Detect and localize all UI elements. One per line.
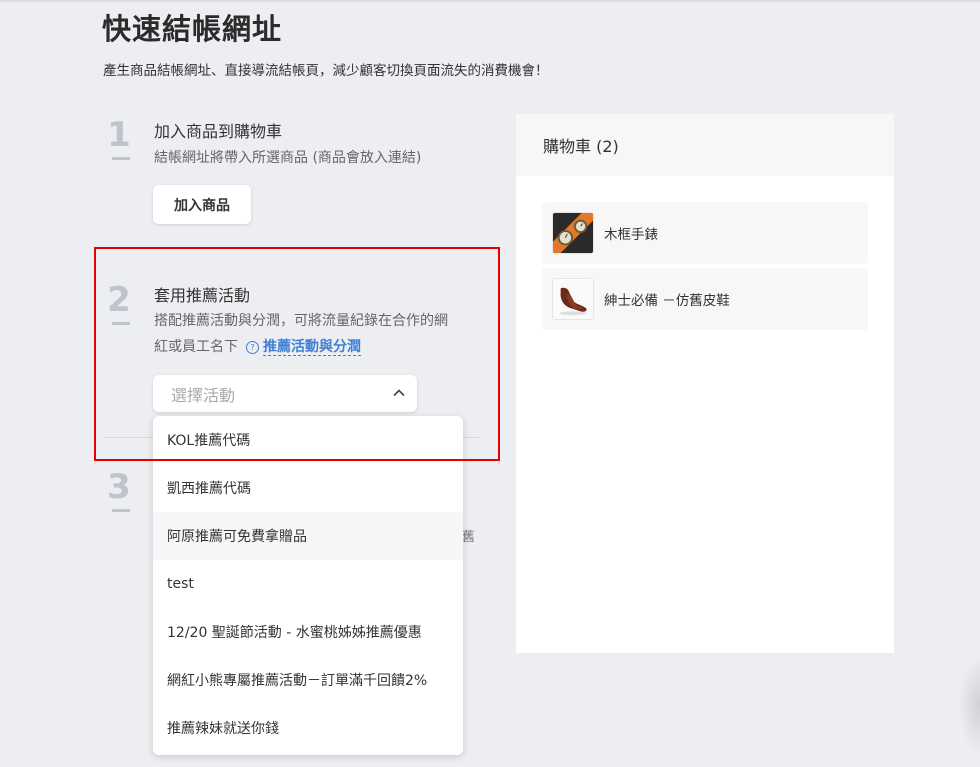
cart-item-name: 紳士必備 －仿舊皮鞋 bbox=[604, 293, 730, 309]
step-3-partial-text: 舊 bbox=[462, 530, 476, 545]
dropdown-option[interactable]: test bbox=[153, 560, 463, 608]
step-2-title: 套用推薦活動 bbox=[154, 286, 251, 305]
step-2-description-line-2-text: 紅或員工名下 bbox=[154, 339, 238, 355]
cart-item-name: 木框手錶 bbox=[604, 227, 658, 243]
add-product-button[interactable]: 加入商品 bbox=[153, 185, 251, 224]
dropdown-option[interactable]: 12/20 聖誕節活動 - 水蜜桃姊姊推薦優惠 bbox=[153, 608, 463, 656]
cart-title: 購物車 (2) bbox=[516, 114, 894, 176]
activity-select[interactable]: 選擇活動 bbox=[153, 375, 417, 412]
cart-panel: 購物車 (2) 木框手錶 紳士必備 －仿舊皮鞋 bbox=[516, 114, 894, 653]
cart-item[interactable]: 木框手錶 bbox=[542, 202, 868, 264]
page-title: 快速結帳網址 bbox=[102, 12, 283, 46]
dropdown-option-hovered[interactable]: 阿原推薦可免費拿贈品 bbox=[153, 512, 463, 560]
step-2-description-line-1: 搭配推薦活動與分潤，可將流量紀錄在合作的網 bbox=[154, 313, 448, 329]
activity-dropdown-menu: KOL推薦代碼 凱西推薦代碼 阿原推薦可免費拿贈品 test 12/20 聖誕節… bbox=[153, 416, 463, 755]
chevron-up-icon bbox=[393, 389, 405, 397]
step-1-description: 結帳網址將帶入所選商品 (商品會放入連結) bbox=[154, 150, 422, 166]
referral-help-link[interactable]: 推薦活動與分潤 bbox=[263, 339, 361, 356]
step-3-number: 3 bbox=[104, 470, 134, 512]
shoe-thumbnail-icon bbox=[552, 278, 594, 320]
step-2-number: 2 bbox=[104, 283, 134, 325]
step-2-description-line-2: 紅或員工名下? 推薦活動與分潤 bbox=[154, 334, 448, 360]
help-circle-icon: ? bbox=[246, 341, 259, 354]
page-subtitle: 產生商品結帳網址、直接導流結帳頁，減少顧客切換頁面流失的消費機會！ bbox=[103, 63, 549, 79]
top-border bbox=[0, 0, 980, 2]
edge-shadow bbox=[958, 655, 980, 755]
dropdown-option[interactable]: KOL推薦代碼 bbox=[153, 416, 463, 464]
step-1-number: 1 bbox=[104, 118, 134, 160]
dropdown-option[interactable]: 推薦辣妹就送你錢 bbox=[153, 704, 463, 752]
step-2-description: 搭配推薦活動與分潤，可將流量紀錄在合作的網 紅或員工名下? 推薦活動與分潤 bbox=[154, 308, 448, 360]
cart-item[interactable]: 紳士必備 －仿舊皮鞋 bbox=[542, 268, 868, 330]
dropdown-option[interactable]: 凱西推薦代碼 bbox=[153, 464, 463, 512]
activity-select-placeholder: 選擇活動 bbox=[171, 385, 236, 405]
watch-thumbnail-icon bbox=[552, 212, 594, 254]
step-1-title: 加入商品到購物車 bbox=[154, 122, 283, 141]
dropdown-option[interactable]: 網紅小熊專屬推薦活動－訂單滿千回饋2% bbox=[153, 656, 463, 704]
